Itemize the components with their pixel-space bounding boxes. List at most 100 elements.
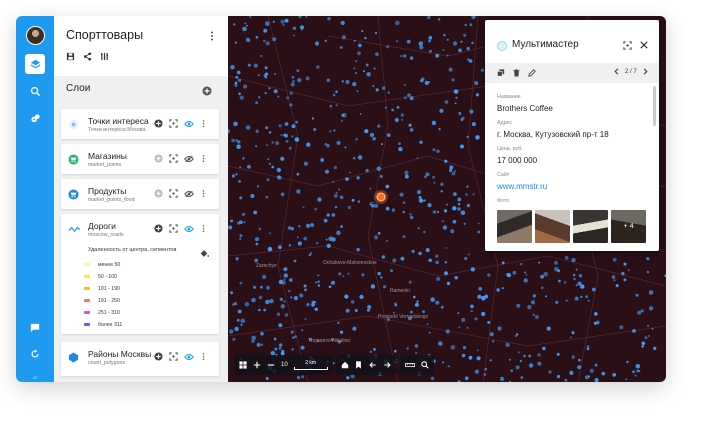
zoom-to-layer-button[interactable] — [168, 188, 179, 199]
poi-point — [317, 284, 321, 287]
add-layer-item-button[interactable] — [153, 188, 164, 199]
layers-button[interactable] — [25, 54, 45, 74]
chevron-left-icon[interactable] — [614, 68, 619, 75]
poi-point — [399, 192, 404, 197]
selected-point-marker[interactable] — [376, 192, 386, 202]
arrow-right-icon[interactable] — [383, 361, 392, 369]
poi-point — [476, 356, 481, 361]
zoom-to-layer-button[interactable] — [168, 351, 179, 362]
poi-point — [303, 161, 308, 166]
poi-point — [556, 374, 561, 379]
poi-point — [392, 258, 397, 263]
save-icon[interactable] — [66, 52, 75, 61]
zoom-to-layer-button[interactable] — [168, 153, 179, 164]
bookmark-icon[interactable] — [355, 361, 362, 369]
zoom-in-icon[interactable] — [253, 361, 261, 369]
home-icon[interactable] — [341, 361, 349, 369]
poi-point — [621, 271, 625, 276]
zoom-out-icon[interactable] — [267, 361, 275, 369]
settings-button[interactable] — [25, 108, 45, 128]
refresh-button[interactable] — [25, 344, 45, 364]
arrow-left-icon[interactable] — [368, 361, 377, 369]
layer-card-food[interactable]: Продукты market_points_food — [61, 179, 219, 209]
visibility-toggle[interactable] — [183, 118, 194, 129]
layer-menu-button[interactable] — [198, 223, 209, 234]
visibility-toggle[interactable] — [183, 351, 194, 362]
scale-label: 2 km — [305, 360, 317, 366]
poi-point — [375, 52, 379, 57]
project-menu-button[interactable] — [210, 28, 214, 46]
poi-point — [480, 68, 484, 72]
poi-point — [258, 308, 261, 312]
delete-icon[interactable] — [513, 69, 520, 77]
ruler-icon[interactable] — [404, 361, 415, 369]
poi-point — [446, 281, 451, 286]
share-icon[interactable] — [83, 52, 92, 61]
poi-point — [315, 281, 318, 284]
close-icon[interactable] — [640, 41, 648, 49]
field-value: Brothers Coffee — [497, 104, 553, 113]
photo-thumbnail[interactable] — [573, 210, 608, 243]
layer-card-districts[interactable]: Районы Москвы count_polygons — [61, 342, 219, 376]
add-layer-button[interactable] — [202, 83, 212, 101]
layer-menu-button[interactable] — [198, 153, 209, 164]
layer-menu-button[interactable] — [198, 351, 209, 362]
columns-icon[interactable] — [100, 52, 109, 61]
poi-point — [425, 172, 430, 177]
poi-point — [359, 113, 362, 115]
chevron-right-icon[interactable] — [643, 68, 648, 75]
layer-menu-button[interactable] — [198, 118, 209, 129]
visibility-toggle[interactable] — [183, 153, 194, 164]
poi-point — [373, 203, 379, 208]
poi-point — [445, 203, 448, 206]
avatar[interactable] — [26, 26, 45, 45]
layer-menu-button[interactable] — [198, 188, 209, 199]
poi-point — [648, 290, 654, 295]
grid-icon[interactable] — [239, 361, 247, 369]
chat-button[interactable] — [25, 318, 45, 338]
poi-point — [365, 63, 369, 67]
visibility-toggle[interactable] — [183, 223, 194, 234]
poi-point — [442, 225, 448, 230]
fit-extent-icon[interactable] — [623, 41, 632, 50]
poi-point — [460, 40, 463, 43]
layer-card-poi[interactable]: Точки интереса Точки интереса Москва — [61, 109, 219, 139]
poi-point — [467, 58, 470, 61]
popup-scrollbar[interactable] — [653, 86, 656, 126]
zoom-to-layer-button[interactable] — [168, 118, 179, 129]
poi-point — [351, 198, 355, 202]
poi-point — [532, 313, 535, 316]
style-fill-button[interactable] — [199, 245, 209, 263]
layer-card-shops[interactable]: Магазины market_points — [61, 144, 219, 174]
poi-point — [329, 104, 333, 108]
edit-icon[interactable] — [528, 69, 536, 77]
poi-point — [432, 175, 435, 179]
layer-card-roads[interactable]: Дороги moscow_roads Удаленность от центр… — [61, 214, 219, 334]
search-button[interactable] — [25, 81, 45, 101]
poi-point — [626, 360, 629, 364]
website-link[interactable]: www.mmstr.ru — [497, 182, 547, 191]
poi-point — [564, 256, 569, 260]
add-layer-item-button[interactable] — [153, 118, 164, 129]
poi-point — [476, 349, 479, 352]
poi-point — [306, 142, 311, 147]
poi-point — [569, 370, 574, 375]
photo-thumbnail[interactable] — [535, 210, 570, 243]
zoom-to-layer-button[interactable] — [168, 223, 179, 234]
add-layer-item-button[interactable] — [153, 223, 164, 234]
poi-point — [501, 287, 504, 290]
add-layer-item-button[interactable] — [153, 351, 164, 362]
photo-thumbnail[interactable] — [497, 210, 532, 243]
poi-point — [369, 132, 375, 138]
photo-thumbnail-more[interactable]: + 4 — [611, 210, 646, 243]
poi-point — [489, 359, 492, 362]
visibility-toggle[interactable] — [183, 188, 194, 199]
poi-point — [627, 269, 630, 272]
poi-point — [451, 171, 456, 176]
add-layer-item-button[interactable] — [153, 153, 164, 164]
copy-icon[interactable] — [497, 69, 505, 77]
poi-point — [640, 309, 644, 313]
search-icon[interactable] — [420, 361, 429, 369]
poi-point — [436, 277, 441, 281]
poi-point — [263, 308, 267, 312]
